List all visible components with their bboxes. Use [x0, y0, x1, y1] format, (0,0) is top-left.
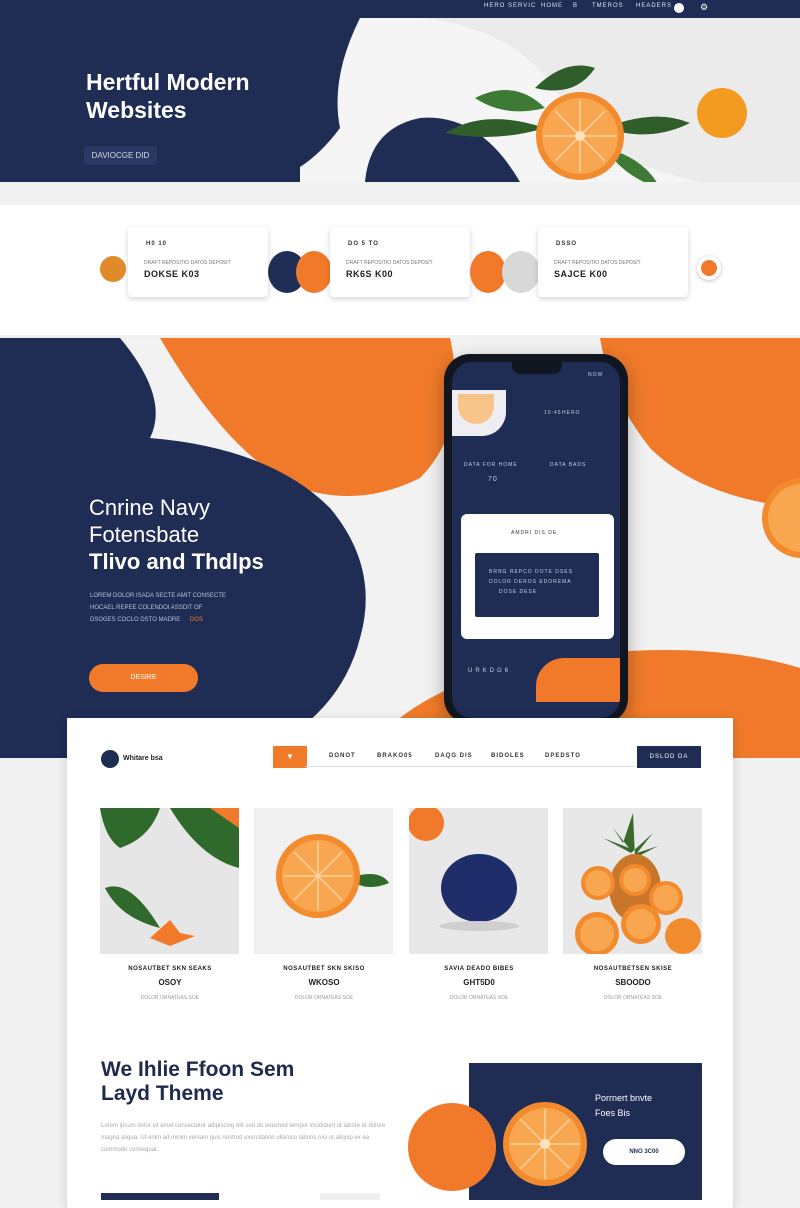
product-image[interactable] — [409, 808, 548, 954]
phone-card-title: AMDRI DIS DE — [511, 530, 558, 536]
site-cta-button[interactable]: DSLOD DA — [637, 746, 701, 768]
phone-label: DATA BADS — [550, 462, 587, 468]
site-nav-item[interactable]: DPEDSTO — [545, 753, 581, 759]
top-nav-item[interactable]: HOME — [541, 3, 563, 9]
orange-dot-icon — [100, 256, 126, 282]
theme-title-line: Layd Theme — [101, 1082, 224, 1105]
site-nav-item[interactable]: DONOT — [329, 753, 356, 759]
feature-body: LOREM DOLOR ISADA SECTE AMIT CONSECTE HO… — [90, 590, 255, 626]
product-image[interactable] — [100, 808, 239, 954]
site-nav-item[interactable]: BIDOLES — [491, 753, 525, 759]
product-note: DOLOR ORNATEAS SOE — [294, 995, 354, 1001]
feature-body-line: LOREM DOLOR ISADA SECTE AMIT CONSECTE — [90, 593, 226, 599]
product-name[interactable]: SAVIA DEADO BIBES — [404, 966, 554, 972]
product-price: WKOSO — [308, 978, 340, 987]
feature-title-line: Fotensbate — [89, 522, 200, 547]
stat-subtext: DRAFT REPOSITIO DATOS DEPOSIT — [144, 260, 231, 266]
product-image[interactable] — [563, 808, 702, 954]
phone-notch — [512, 362, 562, 374]
hero-banner: Hertful Modern Websites DAVIOCGE DID — [0, 18, 800, 182]
settings-icon[interactable]: ⚙ — [700, 2, 708, 13]
phone-card[interactable]: AMDRI DIS DE BRNG REPCO DOTE DSES DOLOR … — [461, 514, 614, 639]
stat-value: RK6S K00 — [346, 269, 394, 279]
orange-circle-decoration — [408, 1103, 496, 1191]
orange-slice-image — [445, 65, 690, 182]
top-nav-item[interactable]: HEADERS — [636, 3, 672, 9]
product-price: GHT5D0 — [463, 978, 495, 987]
stat-subtext: DRAFT REPOSITIO DATOS DEPOSIT — [346, 260, 433, 266]
promo-title-line: Porrnert bnvte — [595, 1093, 653, 1103]
promo-title: Porrnert bnvte Foes Bis — [595, 1091, 652, 1121]
stat-card[interactable]: H0 10 DRAFT REPOSITIO DATOS DEPOSIT DOKS… — [128, 227, 268, 297]
orange-circle-decoration — [697, 88, 747, 138]
product-name[interactable]: NOSAUTBET SKN SKISO — [249, 966, 399, 972]
phone-value: 70 — [488, 476, 498, 483]
promo-button[interactable]: NNO 3C00 — [603, 1139, 685, 1165]
feature-body-accent: DOS — [189, 617, 203, 623]
product-price: SBOODO — [615, 978, 651, 987]
grey-circle-decoration — [502, 251, 540, 293]
stat-label: H0 10 — [146, 241, 168, 247]
phone-card-line: BRNG REPCO DOTE DSES — [489, 569, 573, 575]
stat-card[interactable]: DSSO DRAFT REPOSITIO DATOS DEPOSIT SAJCE… — [538, 227, 688, 297]
stat-card[interactable]: DO 5 TO DRAFT REPOSITIO DATOS DEPOSIT RK… — [330, 227, 470, 297]
feature-cta-button[interactable]: DESIRE — [89, 664, 198, 692]
phone-label: DATA FOR HOME — [464, 462, 518, 468]
orange-slice-image — [503, 1102, 587, 1186]
product-note: DOLOR ORNATEAS SOE — [449, 995, 509, 1001]
top-nav-item[interactable]: HERO SERVIC — [484, 3, 536, 9]
profile-icon[interactable] — [674, 3, 684, 13]
menu-dropdown-button[interactable]: ▼ — [273, 746, 307, 768]
feature-title: Cnrine Navy Fotensbate Tlivo and Thdlps — [89, 494, 264, 575]
product-image[interactable] — [254, 808, 393, 954]
phone-orange-shape — [536, 658, 620, 702]
product-name[interactable]: NOSAUTBETSEN SKISE — [558, 966, 708, 972]
product-price: OSOY — [158, 978, 182, 987]
stat-subtext: DRAFT REPOSITIO DATOS DEPOSIT — [554, 260, 641, 266]
phone-label: NOW — [588, 372, 604, 378]
theme-button[interactable] — [101, 1193, 219, 1200]
orange-circle-decoration — [296, 251, 332, 293]
stat-label: DO 5 TO — [348, 241, 379, 247]
feature-body-line: DSOGES COCLO DSTO MADRE — [90, 617, 181, 623]
top-nav-item[interactable]: B — [573, 3, 578, 9]
phone-logo-area — [452, 390, 506, 436]
product-note: DOLOR ORNATEAS SOE — [140, 995, 200, 1001]
site-logo-text[interactable]: Whitare bsa — [123, 755, 163, 762]
theme-secondary-button[interactable] — [320, 1193, 380, 1200]
stat-label: DSSO — [556, 241, 578, 247]
nav-divider — [305, 766, 635, 767]
phone-label: URKDG6 — [468, 668, 512, 674]
phone-time: 10:45 — [544, 410, 562, 416]
stat-value: DOKSE K03 — [144, 269, 200, 279]
feature-section: Cnrine Navy Fotensbate Tlivo and Thdlps … — [0, 338, 800, 758]
orange-circle-decoration — [470, 251, 506, 293]
phone-screen: HERO NOW 10:45 DATA FOR HOME DATA BADS 7… — [452, 362, 620, 718]
hero-title-line: Hertful Modern — [86, 69, 250, 95]
promo-title-line: Foes Bis — [595, 1108, 631, 1118]
product-note: DOLOR ORNATEAS SOE — [603, 995, 663, 1001]
top-nav-item[interactable]: TMEROS — [592, 3, 624, 9]
site-nav-item[interactable]: DAQG DIS — [435, 753, 473, 759]
site-logo-icon[interactable] — [101, 750, 119, 768]
top-nav-bar: HERO SERVIC HOME B TMEROS HEADERS ⚙ — [0, 0, 800, 18]
hero-title-line: Websites — [86, 97, 187, 123]
product-name[interactable]: NOSAUTBET SKN SEAKS — [95, 966, 245, 972]
orange-dot-icon — [697, 256, 721, 280]
phone-card-panel: BRNG REPCO DOTE DSES DOLOR DEROS EDOREMA… — [475, 553, 599, 617]
phone-card-line: DOLOR DEROS EDOREMA — [489, 579, 572, 585]
theme-title-line: We Ihlie Ffoon Sem — [101, 1058, 295, 1081]
hero-title: Hertful Modern Websites — [86, 68, 250, 124]
feature-title-line: Cnrine Navy — [89, 495, 211, 520]
phone-card-line: DOSE DESE — [499, 589, 538, 595]
feature-body-line: HOCAEL REPEE COLENDOI ASSDIT OF — [90, 605, 203, 611]
hero-button[interactable]: DAVIOCGE DID — [84, 146, 157, 165]
stat-value: SAJCE K00 — [554, 269, 608, 279]
feature-title-line: Tlivo and Thdlps — [89, 549, 264, 574]
phone-label: HERO — [562, 410, 581, 416]
site-nav-item[interactable]: BRAKO05 — [377, 753, 413, 759]
theme-body: Lorem ipsum dolor sit amet consectetur a… — [101, 1123, 386, 1153]
theme-title: We Ihlie Ffoon Sem Layd Theme — [101, 1058, 294, 1106]
